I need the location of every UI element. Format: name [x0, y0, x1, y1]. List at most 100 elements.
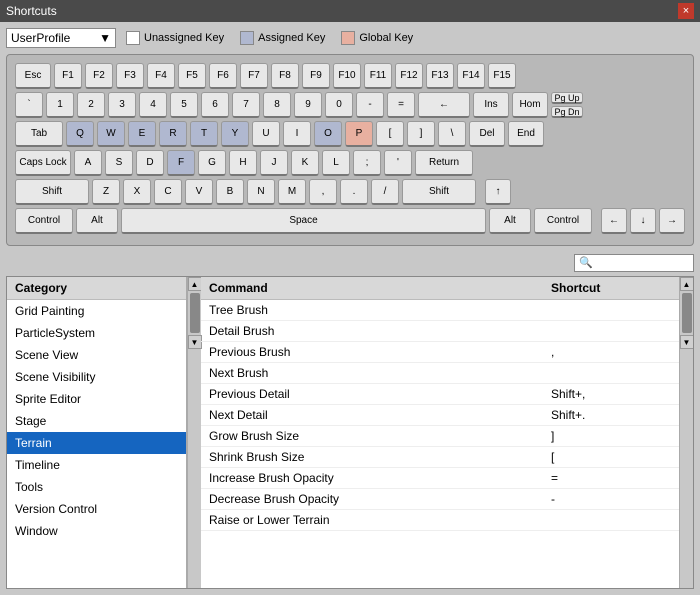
key-p[interactable]: P [345, 121, 373, 147]
key-pgdn[interactable]: Pg Dn [551, 106, 583, 118]
command-row[interactable]: Detail Brush [201, 321, 679, 342]
key-f8[interactable]: F8 [271, 63, 299, 89]
key-quote[interactable]: ' [384, 150, 412, 176]
key-4[interactable]: 4 [139, 92, 167, 118]
command-row[interactable]: Next Brush [201, 363, 679, 384]
key-arrow-down[interactable]: ↓ [630, 208, 656, 234]
key-d[interactable]: D [136, 150, 164, 176]
scrollbar-up-arrow[interactable]: ▲ [188, 277, 202, 291]
key-minus[interactable]: - [356, 92, 384, 118]
key-7[interactable]: 7 [232, 92, 260, 118]
key-6[interactable]: 6 [201, 92, 229, 118]
key-f4[interactable]: F4 [147, 63, 175, 89]
command-row[interactable]: Next DetailShift+. [201, 405, 679, 426]
key-w[interactable]: W [97, 121, 125, 147]
command-row[interactable]: Shrink Brush Size[ [201, 447, 679, 468]
key-f10[interactable]: F10 [333, 63, 361, 89]
key-i[interactable]: I [283, 121, 311, 147]
key-h[interactable]: H [229, 150, 257, 176]
key-backtick[interactable]: ` [15, 92, 43, 118]
scrollbar-down-arrow[interactable]: ▼ [188, 335, 202, 349]
key-backspace[interactable]: ← [418, 92, 470, 118]
key-3[interactable]: 3 [108, 92, 136, 118]
category-item-particlesystem[interactable]: ParticleSystem [7, 322, 186, 344]
key-n[interactable]: N [247, 179, 275, 205]
key-end[interactable]: End [508, 121, 544, 147]
scrollbar-thumb[interactable] [190, 293, 200, 333]
key-semicolon[interactable]: ; [353, 150, 381, 176]
key-del[interactable]: Del [469, 121, 505, 147]
key-comma[interactable]: , [309, 179, 337, 205]
key-lbracket[interactable]: [ [376, 121, 404, 147]
key-f5[interactable]: F5 [178, 63, 206, 89]
key-k[interactable]: K [291, 150, 319, 176]
key-f1[interactable]: F1 [54, 63, 82, 89]
category-item-grid-painting[interactable]: Grid Painting [7, 300, 186, 322]
category-item-version-control[interactable]: Version Control [7, 498, 186, 520]
key-8[interactable]: 8 [263, 92, 291, 118]
key-y[interactable]: Y [221, 121, 249, 147]
key-e[interactable]: E [128, 121, 156, 147]
key-f[interactable]: F [167, 150, 195, 176]
key-slash[interactable]: / [371, 179, 399, 205]
key-equals[interactable]: = [387, 92, 415, 118]
category-item-stage[interactable]: Stage [7, 410, 186, 432]
category-item-terrain[interactable]: Terrain [7, 432, 186, 454]
key-f9[interactable]: F9 [302, 63, 330, 89]
key-period[interactable]: . [340, 179, 368, 205]
key-f11[interactable]: F11 [364, 63, 392, 89]
category-item-scene-visibility[interactable]: Scene Visibility [7, 366, 186, 388]
key-f7[interactable]: F7 [240, 63, 268, 89]
command-row[interactable]: Decrease Brush Opacity- [201, 489, 679, 510]
key-esc[interactable]: Esc [15, 63, 51, 89]
category-item-timeline[interactable]: Timeline [7, 454, 186, 476]
key-j[interactable]: J [260, 150, 288, 176]
key-rbracket[interactable]: ] [407, 121, 435, 147]
command-scrollbar[interactable]: ▲ ▼ [679, 277, 693, 588]
key-alt-right[interactable]: Alt [489, 208, 531, 234]
key-v[interactable]: V [185, 179, 213, 205]
key-l[interactable]: L [322, 150, 350, 176]
category-scrollbar[interactable]: ▲ ▼ [187, 277, 201, 588]
key-q[interactable]: Q [66, 121, 94, 147]
close-button[interactable]: × [678, 3, 694, 19]
key-return[interactable]: Return [415, 150, 473, 176]
key-f13[interactable]: F13 [426, 63, 454, 89]
key-pgup[interactable]: Pg Up [551, 92, 583, 104]
key-f3[interactable]: F3 [116, 63, 144, 89]
key-z[interactable]: Z [92, 179, 120, 205]
key-ins[interactable]: Ins [473, 92, 509, 118]
key-control-left[interactable]: Control [15, 208, 73, 234]
key-9[interactable]: 9 [294, 92, 322, 118]
key-1[interactable]: 1 [46, 92, 74, 118]
category-item-window[interactable]: Window [7, 520, 186, 542]
cmd-scrollbar-thumb[interactable] [682, 293, 692, 333]
cmd-scrollbar-down-arrow[interactable]: ▼ [680, 335, 694, 349]
key-arrow-right[interactable]: → [659, 208, 685, 234]
command-row[interactable]: Previous DetailShift+, [201, 384, 679, 405]
key-5[interactable]: 5 [170, 92, 198, 118]
key-s[interactable]: S [105, 150, 133, 176]
key-f14[interactable]: F14 [457, 63, 485, 89]
key-caps-lock[interactable]: Caps Lock [15, 150, 71, 176]
key-o[interactable]: O [314, 121, 342, 147]
key-t[interactable]: T [190, 121, 218, 147]
key-f12[interactable]: F12 [395, 63, 423, 89]
key-alt-left[interactable]: Alt [76, 208, 118, 234]
command-row[interactable]: Raise or Lower Terrain [201, 510, 679, 531]
key-2[interactable]: 2 [77, 92, 105, 118]
category-item-tools[interactable]: Tools [7, 476, 186, 498]
key-f2[interactable]: F2 [85, 63, 113, 89]
key-u[interactable]: U [252, 121, 280, 147]
key-arrow-left[interactable]: ← [601, 208, 627, 234]
key-x[interactable]: X [123, 179, 151, 205]
key-control-right[interactable]: Control [534, 208, 592, 234]
command-row[interactable]: Grow Brush Size] [201, 426, 679, 447]
profile-dropdown[interactable]: UserProfile ▼ [6, 28, 116, 48]
key-a[interactable]: A [74, 150, 102, 176]
command-row[interactable]: Previous Brush, [201, 342, 679, 363]
key-c[interactable]: C [154, 179, 182, 205]
key-m[interactable]: M [278, 179, 306, 205]
key-shift-right[interactable]: Shift [402, 179, 476, 205]
command-row[interactable]: Tree Brush [201, 300, 679, 321]
